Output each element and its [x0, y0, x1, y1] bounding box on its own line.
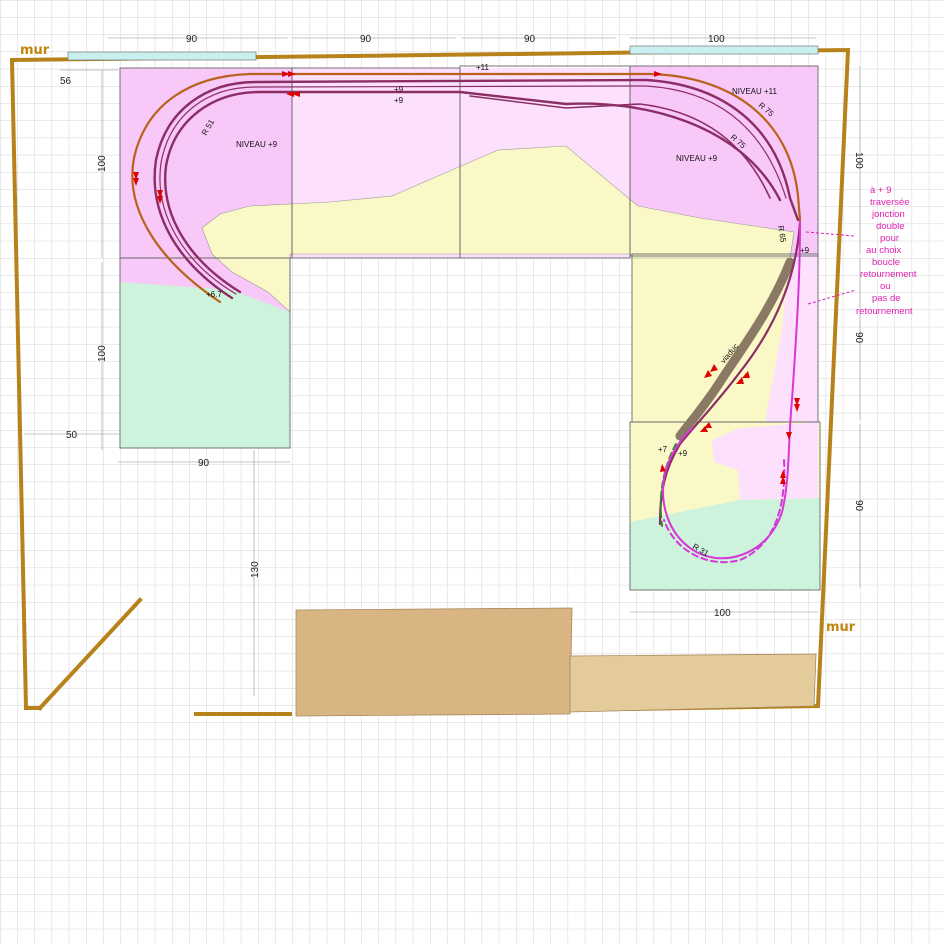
wall-label-bottom-right: mur	[826, 620, 856, 635]
furniture-table	[295, 607, 573, 717]
dim-top-3: 90	[524, 34, 536, 45]
window-left	[67, 51, 257, 61]
dim-bottom-left-90: 90	[198, 458, 210, 469]
level-right-9: NIVEAU +9	[676, 154, 718, 163]
window-right	[629, 45, 819, 55]
level-left: NIVEAU +9	[236, 140, 278, 149]
dim-center-130: 130	[250, 561, 261, 578]
dim-right-90-b: 90	[853, 500, 864, 512]
height-plus9-b: +9	[394, 96, 404, 105]
note-line-4: double	[876, 221, 905, 232]
height-plus67: +6.7	[206, 290, 222, 299]
note-line-5: pour	[880, 233, 899, 244]
note-line-10: pas de	[872, 293, 901, 304]
furniture-cabinet	[569, 653, 817, 713]
note-line-9: ou	[880, 281, 891, 292]
height-plus11: +11	[476, 63, 490, 72]
note-line-2: traversée	[870, 197, 910, 208]
dim-left-56: 56	[60, 76, 72, 87]
dim-right-100: 100	[853, 152, 864, 169]
dim-left-100-a: 100	[97, 155, 108, 172]
note-line-11: retournement	[856, 306, 913, 317]
dim-top-4: 100	[708, 34, 725, 45]
height-plus9-right: +9	[800, 246, 810, 255]
height-plus9-a: +9	[394, 85, 404, 94]
height-plus9-low: +9	[678, 449, 688, 458]
height-plus7: +7	[658, 445, 668, 454]
dim-right-90-a: 90	[853, 332, 864, 344]
note-line-3: jonction	[871, 209, 905, 220]
dim-bottom-right-100: 100	[714, 608, 731, 619]
dim-left-100-b: 100	[97, 345, 108, 362]
wall-label-top-left: mur	[20, 43, 50, 58]
layout-plan: 90 90 90 100 56 100 100 50 90 130 100 90…	[0, 0, 944, 944]
dim-left-50: 50	[66, 430, 78, 441]
note-line-1: à + 9	[870, 185, 891, 196]
note-line-8: retournement	[860, 269, 917, 280]
dim-top-2: 90	[360, 34, 372, 45]
track-plan-drawing: 90 90 90 100 56 100 100 50 90 130 100 90…	[0, 0, 944, 944]
level-right-11: NIVEAU +11	[732, 87, 778, 96]
dim-top-1: 90	[186, 34, 198, 45]
note-line-7: boucle	[872, 257, 900, 268]
note-line-6: au choix	[866, 245, 902, 256]
